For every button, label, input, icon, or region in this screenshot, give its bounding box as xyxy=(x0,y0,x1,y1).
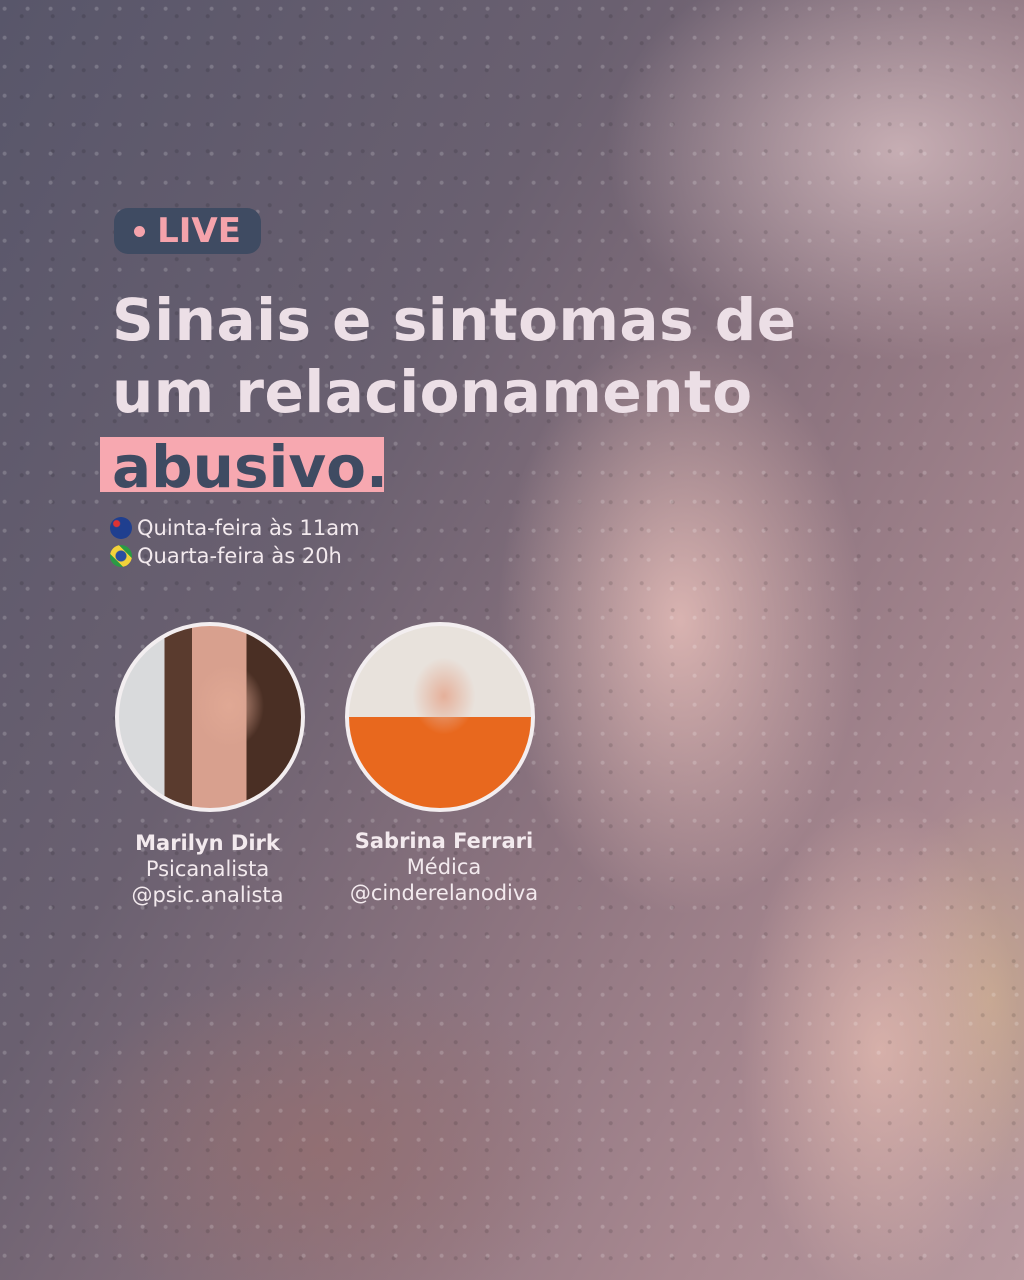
australia-flag-icon xyxy=(110,517,132,539)
speaker-name: Sabrina Ferrari xyxy=(354,829,534,853)
title-highlight: abusivo. xyxy=(100,433,388,501)
live-dot-icon xyxy=(134,225,146,237)
live-badge: LIVE xyxy=(114,208,261,254)
schedule-item: Quinta-feira às 11am xyxy=(110,514,360,542)
live-label: LIVE xyxy=(157,211,241,251)
speaker-handle: @cinderelanodiva xyxy=(349,881,539,905)
schedule-text: Quinta-feira às 11am xyxy=(137,516,360,540)
schedule-item: Quarta-feira às 20h xyxy=(110,542,360,570)
speaker-role: Médica xyxy=(406,855,482,879)
title-line-2: um relacionamento xyxy=(112,358,753,426)
page-title: Sinais e sintomas de um relacionamento xyxy=(112,284,797,428)
schedule: Quinta-feira às 11am Quarta-feira às 20h xyxy=(110,514,360,570)
speaker-name: Marilyn Dirk xyxy=(135,831,280,855)
speaker-card: Sabrina Ferrari Médica @cinderelanodiva xyxy=(340,828,548,906)
speaker-card: Marilyn Dirk Psicanalista @psic.analista xyxy=(110,830,305,908)
speaker-role: Psicanalista xyxy=(145,857,270,881)
avatar-marilyn xyxy=(115,622,305,812)
avatar-sabrina xyxy=(345,622,535,812)
schedule-text: Quarta-feira às 20h xyxy=(137,544,342,568)
brazil-flag-icon xyxy=(110,545,132,567)
title-highlight-text: abusivo. xyxy=(112,433,389,501)
speaker-handle: @psic.analista xyxy=(131,883,284,907)
title-line-1: Sinais e sintomas de xyxy=(112,286,797,354)
